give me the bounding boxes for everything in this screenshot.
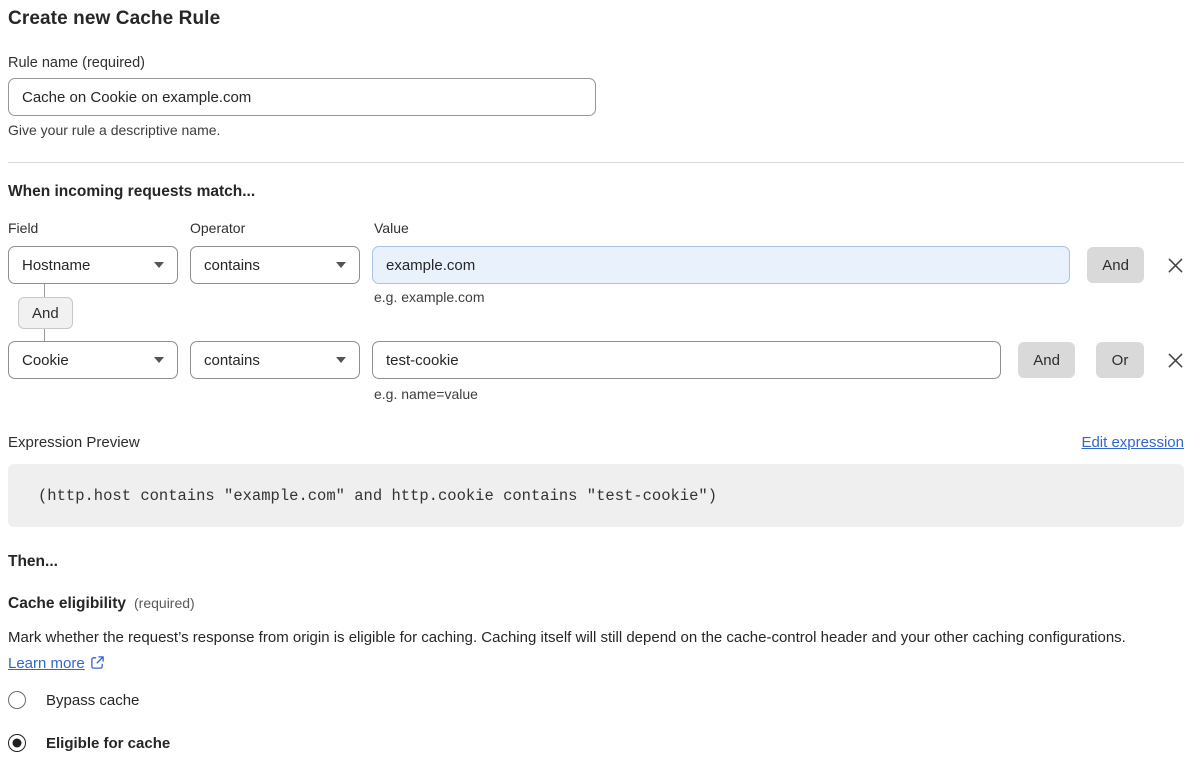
cache-eligibility-description: Mark whether the request’s response from… bbox=[8, 625, 1168, 676]
chevron-down-icon bbox=[154, 262, 164, 268]
or-button[interactable]: Or bbox=[1096, 342, 1144, 378]
condition-connector-zone: And e.g. example.com bbox=[8, 284, 1192, 341]
close-icon bbox=[1167, 257, 1184, 274]
radio-option-label: Eligible for cache bbox=[46, 735, 170, 752]
expression-preview-header: Expression Preview Edit expression bbox=[8, 434, 1184, 451]
value-input[interactable] bbox=[372, 341, 1001, 379]
edit-expression-link[interactable]: Edit expression bbox=[1081, 434, 1184, 451]
expression-preview-label: Expression Preview bbox=[8, 434, 140, 451]
and-connector-label: And bbox=[32, 305, 59, 322]
value-helper: e.g. name=value bbox=[374, 386, 1192, 402]
then-heading: Then... bbox=[8, 553, 1192, 571]
and-button[interactable]: And bbox=[1087, 247, 1144, 283]
operator-select-value: contains bbox=[204, 352, 260, 369]
cache-eligibility-heading: Cache eligibility bbox=[8, 595, 126, 613]
external-link-icon bbox=[90, 655, 105, 670]
radio-option[interactable]: Bypass cache bbox=[8, 690, 1192, 710]
section-divider bbox=[8, 162, 1184, 163]
condition-row-1: Hostname contains And bbox=[8, 246, 1192, 284]
learn-more-link[interactable]: Learn more bbox=[8, 655, 85, 672]
rule-name-input[interactable] bbox=[8, 78, 596, 116]
remove-condition-button[interactable] bbox=[1163, 348, 1187, 372]
remove-condition-button[interactable] bbox=[1163, 253, 1187, 277]
chevron-down-icon bbox=[336, 262, 346, 268]
required-note: (required) bbox=[134, 595, 195, 611]
field-column-label: Field bbox=[8, 220, 190, 236]
and-button[interactable]: And bbox=[1018, 342, 1075, 378]
value-column-label: Value bbox=[374, 220, 409, 236]
page-title: Create new Cache Rule bbox=[8, 8, 1192, 30]
chevron-down-icon bbox=[336, 357, 346, 363]
operator-column-label: Operator bbox=[190, 220, 374, 236]
and-connector-chip[interactable]: And bbox=[18, 297, 73, 329]
match-section-heading: When incoming requests match... bbox=[8, 183, 1192, 201]
close-icon bbox=[1167, 352, 1184, 369]
condition-row-2: Cookie contains And Or bbox=[8, 341, 1192, 379]
radio-button-icon[interactable] bbox=[8, 734, 26, 752]
value-helper: e.g. example.com bbox=[374, 289, 485, 305]
operator-select-value: contains bbox=[204, 257, 260, 274]
value-input[interactable] bbox=[372, 246, 1070, 284]
condition-column-labels: Field Operator Value bbox=[8, 220, 1192, 236]
radio-option-label: Bypass cache bbox=[46, 692, 139, 709]
field-select-value: Cookie bbox=[22, 352, 69, 369]
radio-button-icon[interactable] bbox=[8, 691, 26, 709]
expression-code: (http.host contains "example.com" and ht… bbox=[38, 487, 717, 505]
field-select[interactable]: Hostname bbox=[8, 246, 178, 284]
description-text: Mark whether the request’s response from… bbox=[8, 629, 1126, 646]
operator-select[interactable]: contains bbox=[190, 246, 360, 284]
cache-eligibility-options: Bypass cache Eligible for cache bbox=[8, 690, 1192, 753]
field-select[interactable]: Cookie bbox=[8, 341, 178, 379]
operator-select[interactable]: contains bbox=[190, 341, 360, 379]
expression-code-block: (http.host contains "example.com" and ht… bbox=[8, 464, 1184, 527]
rule-name-helper: Give your rule a descriptive name. bbox=[8, 122, 1192, 138]
rule-name-label: Rule name (required) bbox=[8, 55, 1192, 71]
create-cache-rule-page: Create new Cache Rule Rule name (require… bbox=[0, 0, 1200, 753]
radio-option[interactable]: Eligible for cache bbox=[8, 733, 1192, 753]
field-select-value: Hostname bbox=[22, 257, 90, 274]
cache-eligibility-heading-row: Cache eligibility (required) bbox=[8, 595, 1192, 613]
chevron-down-icon bbox=[154, 357, 164, 363]
